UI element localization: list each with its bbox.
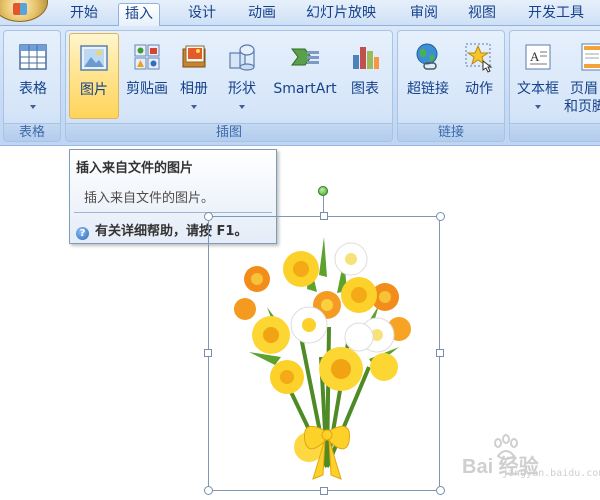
resize-handle-top-right[interactable] <box>436 212 445 221</box>
photo-album-button-label: 相册 <box>180 81 208 97</box>
office-button[interactable] <box>0 0 48 22</box>
smartart-button[interactable]: SmartArt <box>270 33 340 119</box>
textbox-icon: A <box>525 44 551 70</box>
header-footer-button[interactable]: 页眉 和页脚 <box>564 33 600 119</box>
table-icon <box>19 44 47 70</box>
textbox-button[interactable]: A 文本框 <box>514 33 562 119</box>
chart-button-label: 图表 <box>351 81 379 97</box>
resize-handle-bottom[interactable] <box>320 487 328 495</box>
clipart-button[interactable]: 剪贴画 <box>121 33 173 119</box>
action-button[interactable]: 动作 <box>456 33 502 119</box>
chart-icon <box>353 47 379 69</box>
resize-handle-bottom-left[interactable] <box>204 486 213 495</box>
clipart-icon <box>134 44 160 70</box>
group-label-links: 链接 <box>398 123 504 141</box>
ribbon-tab-bar: 开始 插入 设计 动画 幻灯片放映 审阅 视图 开发工具 <box>0 0 600 27</box>
picture-icon <box>80 45 108 71</box>
rotation-handle[interactable] <box>318 186 328 196</box>
hyperlink-button[interactable]: 超链接 <box>402 33 454 119</box>
ribbon: 表格 表格 图片 剪贴画 相册 形状 SmartArt 图表 插图 超链接 动作… <box>0 26 600 146</box>
help-icon: ? <box>76 227 89 240</box>
daffodil-bouquet-image[interactable] <box>209 217 441 492</box>
photo-album-icon <box>182 45 206 68</box>
tab-slideshow[interactable]: 幻灯片放映 <box>300 3 382 26</box>
resize-handle-top[interactable] <box>320 212 328 220</box>
tooltip-body: 插入来自文件的图片。 <box>84 191 215 206</box>
action-star-icon <box>465 43 493 73</box>
tab-insert[interactable]: 插入 <box>118 3 160 27</box>
resize-handle-bottom-right[interactable] <box>436 486 445 495</box>
watermark-url: jingyan.baidu.com <box>502 468 600 479</box>
baidu-watermark: Bai 经验 jingyan.baidu.com <box>456 434 600 484</box>
shapes-icon <box>229 44 255 71</box>
photo-album-button[interactable]: 相册 <box>174 33 214 119</box>
picture-button-label: 图片 <box>80 82 108 98</box>
group-label-illustrations: 插图 <box>66 123 392 141</box>
tab-animation[interactable]: 动画 <box>242 3 282 26</box>
tooltip-separator <box>74 212 272 213</box>
hyperlink-globe-icon <box>416 43 438 70</box>
header-footer-label-line2: 和页脚 <box>564 99 600 115</box>
chart-button[interactable]: 图表 <box>344 33 386 119</box>
smartart-icon <box>291 48 319 66</box>
resize-handle-left[interactable] <box>204 349 212 357</box>
header-footer-icon <box>581 43 600 71</box>
chevron-down-icon <box>191 105 197 109</box>
group-label-table: 表格 <box>4 123 60 141</box>
chevron-down-icon <box>535 105 541 109</box>
action-button-label: 动作 <box>465 81 493 97</box>
chevron-down-icon <box>239 105 245 109</box>
tooltip-title: 插入来自文件的图片 <box>76 161 194 176</box>
tab-view[interactable]: 视图 <box>462 3 502 26</box>
hyperlink-button-label: 超链接 <box>407 81 449 97</box>
group-text: A 文本框 页眉 和页脚 <box>509 30 600 142</box>
group-illustrations: 图片 剪贴画 相册 形状 SmartArt 图表 插图 <box>65 30 393 142</box>
table-button[interactable]: 表格 <box>8 33 58 119</box>
header-footer-label-line1: 页眉 <box>570 81 598 97</box>
shapes-button[interactable]: 形状 <box>219 33 265 119</box>
clipart-button-label: 剪贴画 <box>126 81 168 97</box>
shapes-button-label: 形状 <box>228 81 256 97</box>
group-links: 超链接 动作 链接 <box>397 30 505 142</box>
chevron-down-icon <box>30 105 36 109</box>
group-label-text <box>510 123 600 141</box>
tab-review[interactable]: 审阅 <box>404 3 444 26</box>
office-logo-icon <box>13 3 27 15</box>
smartart-button-label: SmartArt <box>273 81 337 97</box>
table-button-label: 表格 <box>19 81 47 97</box>
textbox-button-label: 文本框 <box>517 81 559 97</box>
group-table: 表格 表格 <box>3 30 61 142</box>
resize-handle-right[interactable] <box>436 349 444 357</box>
resize-handle-top-left[interactable] <box>204 212 213 221</box>
tab-design[interactable]: 设计 <box>182 3 222 26</box>
selected-image-frame[interactable] <box>208 216 440 491</box>
picture-button[interactable]: 图片 <box>69 33 119 119</box>
tab-home[interactable]: 开始 <box>64 3 104 26</box>
tab-developer[interactable]: 开发工具 <box>522 3 590 26</box>
svg-text:A: A <box>530 49 540 64</box>
